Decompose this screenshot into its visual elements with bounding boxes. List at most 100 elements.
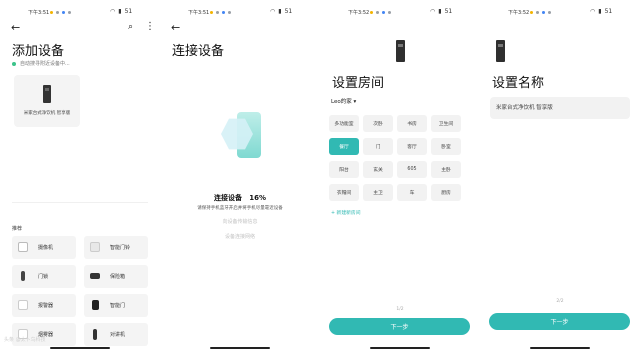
found-device-name: 米家台式净饮机 智享版 (23, 111, 71, 116)
step-connect-network: 设备连接网络 (224, 234, 255, 240)
alarm-icon (18, 300, 28, 310)
watermark: 头条 @太卜鸟科技 (4, 337, 46, 343)
signal-icon: ▮ (118, 8, 122, 15)
new-room-link[interactable]: + 新建新房间 (331, 209, 361, 216)
connecting-illustration (217, 110, 267, 160)
smart-door-icon (92, 300, 99, 310)
room-option[interactable]: 客厅 (397, 138, 427, 155)
safe-icon (90, 273, 100, 279)
home-indicator[interactable] (50, 347, 110, 349)
device-tile-doorbell[interactable]: 智能门铃 (84, 236, 148, 259)
next-button[interactable]: 下一步 (489, 313, 630, 330)
device-tile-label: 报警器 (38, 303, 54, 309)
room-option[interactable]: 卧室 (431, 138, 461, 155)
device-tile-label: 摄像机 (38, 245, 54, 251)
progress-label: 连接设备 (213, 194, 242, 202)
battery-level: 51 (124, 8, 133, 15)
set-room-screen: 下午3:52 ◠ ▮ 51 设置房间 Leo的家 ▾ 多功能室 次卧 书房 卫生间 … (320, 0, 480, 354)
notification-dots (370, 11, 391, 14)
status-bar: 下午3:52 ◠ ▮ 51 (320, 8, 480, 18)
room-option[interactable]: 厨房 (431, 184, 461, 201)
category-heading: 推荐 (12, 226, 23, 232)
step-transfer-info: 向设备传输信息 (222, 219, 258, 225)
signal-icon: ▮ (438, 8, 442, 15)
room-option[interactable]: 605 (397, 161, 427, 178)
status-time: 下午3:51 (28, 10, 50, 16)
room-option[interactable]: 主卫 (363, 184, 393, 201)
more-vertical-icon[interactable]: ⋮ (145, 21, 155, 32)
device-tile-safe[interactable]: 保险箱 (84, 265, 148, 288)
set-name-screen: 下午3:52 ◠ ▮ 51 设置名称 米家台式净饮机 智享版 2/2 下一步 (480, 0, 640, 354)
room-option[interactable]: 车 (397, 184, 427, 201)
add-device-screen: 下午3:51 ◠ ▮ 51 ← ⌕ ⋮ 添加设备 自动搜寻附近设备中... 米家台式… (0, 0, 160, 354)
notification-dots (50, 11, 71, 14)
wifi-icon: ◠ (110, 8, 116, 15)
device-tile-camera[interactable]: 摄像机 (12, 236, 76, 259)
home-indicator[interactable] (370, 347, 430, 349)
notification-dots (530, 11, 551, 14)
room-option[interactable]: 阳台 (329, 161, 359, 178)
room-option[interactable]: 次卧 (363, 115, 393, 132)
divider (12, 202, 148, 203)
notification-dots (210, 11, 231, 14)
door-lock-icon (21, 271, 25, 281)
searching-dot-icon (12, 61, 16, 66)
status-time: 下午3:52 (508, 10, 530, 16)
status-bar: 下午3:51 ◠ ▮ 51 (0, 8, 160, 18)
device-tile-door-lock[interactable]: 门锁 (12, 265, 76, 288)
walkie-talkie-icon (93, 329, 97, 340)
page-title: 连接设备 (172, 44, 225, 59)
found-device-card[interactable]: 米家台式净饮机 智享版 (14, 75, 80, 127)
search-status-text: 自动搜寻附近设备中... (20, 61, 70, 67)
search-status: 自动搜寻附近设备中... (12, 60, 70, 67)
page-indicator: 2/2 (556, 299, 564, 304)
page-title: 设置名称 (492, 76, 545, 91)
device-tile-label: 对讲机 (110, 332, 126, 338)
page-title: 添加设备 (12, 44, 65, 59)
progress-percent: 16% (249, 194, 267, 202)
device-category-grid: 摄像机 智能门铃 门锁 保险箱 报警器 智能门 烟雾器 对讲机 (12, 236, 148, 346)
room-option[interactable]: 卫生间 (431, 115, 461, 132)
status-time: 下午3:51 (188, 10, 210, 16)
battery-level: 51 (604, 8, 613, 15)
progress-subtitle: 请保持手机蓝牙开启并将手机尽量靠近设备 (197, 206, 283, 211)
home-selector[interactable]: Leo的家 ▾ (331, 97, 356, 105)
room-option[interactable]: 门 (363, 138, 393, 155)
room-option[interactable]: 书房 (397, 115, 427, 132)
room-option[interactable]: 衣帽间 (329, 184, 359, 201)
signal-icon: ▮ (278, 8, 282, 15)
room-option[interactable]: 玄关 (363, 161, 393, 178)
room-option[interactable]: 多功能室 (329, 115, 359, 132)
device-tile-label: 门锁 (38, 274, 49, 280)
room-grid: 多功能室 次卧 书房 卫生间 餐厅 门 客厅 卧室 阳台 玄关 605 主卧 衣… (329, 115, 469, 201)
home-indicator[interactable] (530, 347, 590, 349)
back-arrow-icon[interactable]: ← (11, 22, 20, 34)
connect-device-screen: 下午3:51 ◠ ▮ 51 ← 连接设备 连接设备 16% 请保持手机蓝牙开启并将手… (160, 0, 320, 354)
status-bar: 下午3:51 ◠ ▮ 51 (160, 8, 320, 18)
status-icons: ◠ ▮ 51 (110, 8, 132, 16)
home-indicator[interactable] (210, 347, 270, 349)
wifi-icon: ◠ (270, 8, 276, 15)
status-icons: ◠ ▮ 51 (590, 8, 612, 16)
search-icon[interactable]: ⌕ (128, 22, 133, 32)
device-tile-label: 智能门铃 (110, 245, 131, 251)
device-tile-alarm[interactable]: 报警器 (12, 294, 76, 317)
status-icons: ◠ ▮ 51 (430, 8, 452, 16)
device-tile-walkie[interactable]: 对讲机 (84, 323, 148, 346)
battery-level: 51 (444, 8, 453, 15)
water-dispenser-icon (43, 85, 51, 103)
battery-level: 51 (284, 8, 293, 15)
room-option[interactable]: 主卧 (431, 161, 461, 178)
device-name-input[interactable]: 米家台式净饮机 智享版 (490, 97, 630, 119)
status-time: 下午3:52 (348, 10, 370, 16)
back-arrow-icon[interactable]: ← (171, 22, 180, 34)
status-bar: 下午3:52 ◠ ▮ 51 (480, 8, 640, 18)
wifi-icon: ◠ (430, 8, 436, 15)
status-icons: ◠ ▮ 51 (270, 8, 292, 16)
doorbell-icon (90, 242, 100, 252)
next-button[interactable]: 下一步 (329, 318, 470, 335)
device-tile-label: 保险箱 (110, 274, 126, 280)
water-dispenser-icon (496, 40, 505, 62)
room-option-selected[interactable]: 餐厅 (329, 138, 359, 155)
device-tile-smart-door[interactable]: 智能门 (84, 294, 148, 317)
